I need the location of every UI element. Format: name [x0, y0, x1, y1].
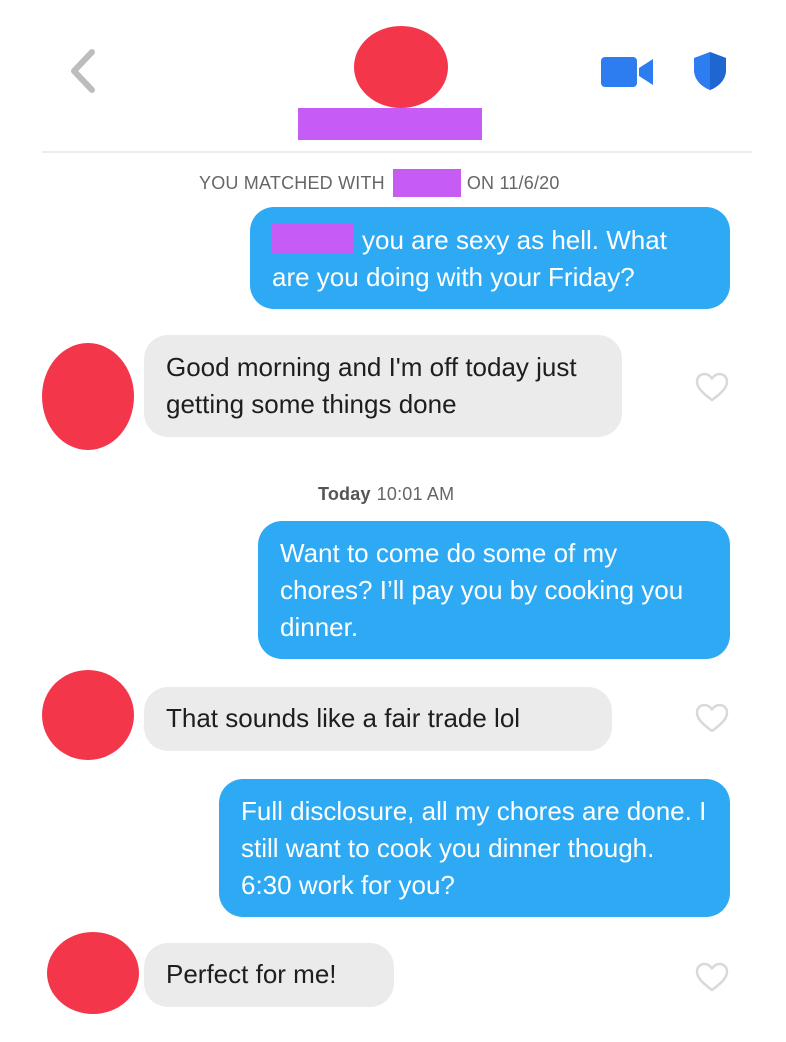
chevron-left-icon — [71, 49, 95, 93]
heart-icon — [695, 372, 729, 402]
like-message-button[interactable] — [695, 962, 729, 992]
match-name-inline-redacted — [392, 169, 461, 197]
match-avatar-redacted[interactable] — [42, 343, 134, 450]
video-call-button[interactable] — [601, 55, 655, 89]
like-message-button[interactable] — [695, 703, 729, 733]
message-text: That sounds like a fair trade lol — [166, 703, 521, 733]
back-button[interactable] — [62, 46, 106, 96]
message-text: Full disclosure, all my chores are done.… — [241, 796, 707, 900]
match-avatar-redacted[interactable] — [354, 26, 448, 108]
heart-icon — [695, 962, 729, 992]
message-text: Perfect for me! — [166, 959, 337, 989]
message-bubble-incoming[interactable]: Perfect for me! — [144, 943, 394, 1007]
message-bubble-outgoing[interactable]: you are sexy as hell. What are you doing… — [250, 207, 730, 309]
match-name-redacted — [298, 108, 482, 140]
message-text: Good morning and I'm off today just gett… — [166, 352, 577, 419]
safety-toolkit-button[interactable] — [690, 50, 730, 92]
match-avatar-redacted[interactable] — [47, 932, 139, 1014]
video-camera-icon — [601, 57, 653, 87]
message-bubble-incoming[interactable]: That sounds like a fair trade lol — [144, 687, 612, 751]
match-banner-suffix: ON 11/6/20 — [466, 172, 560, 193]
name-redacted — [272, 223, 354, 253]
match-date-banner: YOU MATCHED WITH ON 11/6/20 — [199, 169, 560, 197]
message-text: Want to come do some of my chores? I’ll … — [280, 538, 684, 642]
header-divider — [42, 151, 752, 153]
heart-icon — [695, 703, 729, 733]
match-avatar-redacted[interactable] — [42, 670, 134, 760]
like-message-button[interactable] — [695, 372, 729, 402]
match-banner-prefix: YOU MATCHED WITH — [199, 172, 385, 193]
timestamp-time: 10:01 AM — [376, 484, 455, 504]
message-bubble-outgoing[interactable]: Want to come do some of my chores? I’ll … — [258, 521, 730, 659]
conversation-timestamp: Today 10:01 AM — [318, 484, 454, 505]
message-bubble-incoming[interactable]: Good morning and I'm off today just gett… — [144, 335, 622, 437]
timestamp-day: Today — [318, 484, 371, 504]
message-bubble-outgoing[interactable]: Full disclosure, all my chores are done.… — [219, 779, 730, 917]
shield-icon — [694, 52, 726, 90]
